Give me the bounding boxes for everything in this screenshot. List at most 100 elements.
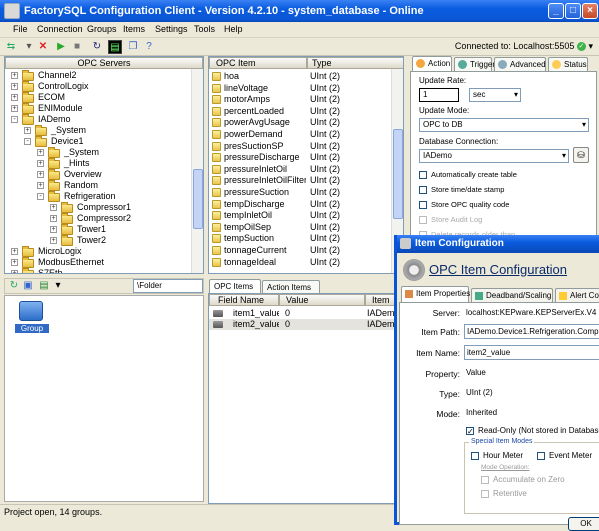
tree-expander[interactable]: - <box>37 193 44 200</box>
tree-expander[interactable]: + <box>37 149 44 156</box>
tree-node-label[interactable]: _Hints <box>64 158 90 169</box>
maximize-button[interactable]: □ <box>565 3 581 19</box>
tree-node-label[interactable]: Device1 <box>51 136 84 147</box>
tree-expander[interactable]: + <box>11 94 18 101</box>
tree-node-label[interactable]: Compressor1 <box>77 202 131 213</box>
tree-node-label[interactable]: Random <box>64 180 98 191</box>
opc-item-name[interactable]: powerDemand <box>224 129 306 140</box>
group-icon[interactable]: ▣ <box>21 279 35 293</box>
accumulate-checkbox[interactable] <box>481 476 489 484</box>
tree-expander[interactable]: + <box>11 248 18 255</box>
tree-node-label[interactable]: MicroLogix <box>38 246 82 257</box>
tree-expander[interactable]: - <box>11 116 18 123</box>
item-path-input[interactable]: IADemo.Device1.Refrigeration.Compressor1 <box>464 324 599 339</box>
col-field-name[interactable]: Field Name <box>209 294 279 306</box>
menu-connection[interactable]: Connection <box>37 24 83 34</box>
col-type[interactable]: Type <box>307 57 403 69</box>
tree-expander[interactable]: + <box>11 83 18 90</box>
ok-button[interactable]: OK <box>568 517 599 531</box>
menu-tools[interactable]: Tools <box>194 24 215 34</box>
copy-icon[interactable]: ❐ <box>126 40 140 54</box>
tree-node-label[interactable]: Overview <box>64 169 102 180</box>
opc-item-name[interactable]: tempDischarge <box>224 199 306 210</box>
type-value[interactable]: UInt (2) <box>464 386 599 401</box>
tree-node-label[interactable]: IADemo <box>38 114 71 125</box>
opc-item-name[interactable]: motorAmps <box>224 94 306 105</box>
opc-item-name[interactable]: tonnageCurrent <box>224 245 306 256</box>
settings-checkbox[interactable] <box>419 186 427 194</box>
tree-expander[interactable]: + <box>11 105 18 112</box>
settings-checkbox[interactable] <box>419 171 427 179</box>
event-meter-checkbox[interactable] <box>537 452 545 460</box>
opc-item-name[interactable]: pressureDischarge <box>224 152 306 163</box>
tab-action-items[interactable]: Action Items (0) <box>262 280 320 305</box>
col-opc-item[interactable]: OPC Item <box>209 57 307 69</box>
tree-node-label[interactable]: _System <box>64 147 99 158</box>
tab-item-properties[interactable]: Item Properties <box>401 286 470 303</box>
tree-node-label[interactable]: ENIModule <box>38 103 83 114</box>
group-label[interactable]: Group <box>15 324 49 333</box>
opc-item-name[interactable]: presSuctionSP <box>224 141 306 152</box>
menu-help[interactable]: Help <box>224 24 243 34</box>
stop-icon[interactable]: ■ <box>70 40 84 54</box>
opc-item-name[interactable]: tempSuction <box>224 233 306 244</box>
tree-node-label[interactable]: Compressor2 <box>77 213 131 224</box>
tab-action[interactable]: Action <box>412 56 452 72</box>
tree-node-label[interactable]: ECOM <box>38 92 65 103</box>
retentive-checkbox[interactable] <box>481 490 489 498</box>
tab-status[interactable]: Status <box>548 57 588 71</box>
settings-checkbox[interactable] <box>419 201 427 209</box>
tab-advanced[interactable]: Advanced <box>494 57 546 71</box>
tab-deadband-scaling[interactable]: Deadband/Scaling <box>471 288 553 302</box>
menu-settings[interactable]: Settings <box>155 24 188 34</box>
tree-node-label[interactable]: Channel2 <box>38 70 77 81</box>
title-bar[interactable]: FactorySQL Configuration Client - Versio… <box>0 0 599 22</box>
tree-expander[interactable]: + <box>11 270 18 273</box>
start-icon[interactable]: ▶ <box>54 40 68 54</box>
tree-expander[interactable]: + <box>50 215 57 222</box>
tree-node-label[interactable]: Tower2 <box>77 235 106 246</box>
tree-scrollbar[interactable] <box>191 69 203 273</box>
opc-item-name[interactable]: pressureInletOilFilter <box>224 175 306 186</box>
tree-expander[interactable]: + <box>50 226 57 233</box>
item-list-scroll-thumb[interactable] <box>393 129 403 219</box>
tab-trigger[interactable]: Trigger <box>454 57 495 71</box>
add-group-icon[interactable]: ▤ <box>37 279 51 293</box>
menu-items[interactable]: Items <box>123 24 145 34</box>
delete-icon[interactable]: ✕ <box>36 40 50 54</box>
tree-expander[interactable]: + <box>37 182 44 189</box>
connect-icon[interactable]: ⇆ <box>4 40 18 54</box>
item-name-input[interactable]: item2_value <box>464 345 599 360</box>
tree-expander[interactable]: + <box>37 160 44 167</box>
opc-item-name[interactable]: powerAvgUsage <box>224 117 306 128</box>
opc-item-name[interactable]: lineVoltage <box>224 83 306 94</box>
db-config-button[interactable]: ⛁ <box>573 147 589 163</box>
refresh-icon[interactable]: ↻ <box>7 279 21 293</box>
menu-file[interactable]: File <box>13 24 28 34</box>
minimize-button[interactable]: _ <box>548 3 564 19</box>
connection-dropdown-icon[interactable]: ▾ <box>588 41 593 51</box>
hour-meter-checkbox[interactable] <box>471 452 479 460</box>
property-value[interactable]: Value <box>464 366 599 381</box>
update-rate-input[interactable]: 1 <box>419 88 459 102</box>
tree-node-label[interactable]: S7Eth <box>38 268 63 273</box>
opc-item-name[interactable]: percentLoaded <box>224 106 306 117</box>
tree-expander[interactable]: + <box>37 171 44 178</box>
group-icon[interactable] <box>19 301 43 321</box>
db-connection-select[interactable]: IADemo ▾ <box>419 149 569 163</box>
menu-groups[interactable]: Groups <box>87 24 117 34</box>
refresh-icon[interactable]: ↻ <box>90 40 104 54</box>
col-value[interactable]: Value <box>279 294 365 306</box>
folder-path-field[interactable]: \Folder <box>133 279 203 293</box>
close-button[interactable]: × <box>582 3 598 19</box>
dropdown-arrow-icon[interactable]: ▾ <box>22 40 36 54</box>
tree-expander[interactable]: + <box>11 72 18 79</box>
tree-node-label[interactable]: _System <box>51 125 86 136</box>
tree-node-label[interactable]: ControlLogix <box>38 81 89 92</box>
tree-expander[interactable]: + <box>24 127 31 134</box>
opc-item-name[interactable]: tempOilSep <box>224 222 306 233</box>
opc-item-name[interactable]: pressureInletOil <box>224 164 306 175</box>
update-rate-unit-select[interactable]: sec ▾ <box>469 88 521 102</box>
opc-item-name[interactable]: pressureSuction <box>224 187 306 198</box>
opc-item-name[interactable]: tempInletOil <box>224 210 306 221</box>
